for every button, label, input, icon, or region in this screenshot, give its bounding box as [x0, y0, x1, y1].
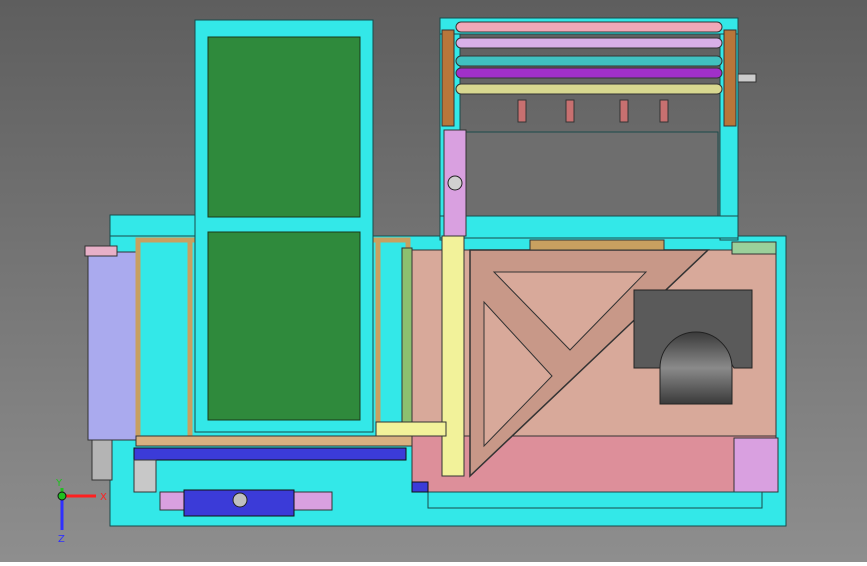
- lower-bearing: [232, 492, 248, 508]
- hanger: [619, 99, 629, 123]
- axis-origin: [57, 491, 67, 501]
- frame-upper-bridge: [439, 215, 739, 239]
- tunnel-inner: [659, 331, 733, 405]
- hanger: [517, 99, 527, 123]
- yellow-bracket: [375, 421, 447, 437]
- carriage-bottom-rail: [135, 435, 413, 447]
- blue-drive-bar[interactable]: [133, 447, 407, 461]
- roller-teal[interactable]: [455, 55, 723, 67]
- green-panel-top[interactable]: [207, 36, 361, 218]
- roller-side-left: [441, 29, 455, 127]
- hanger: [659, 99, 669, 123]
- bottom-rail: [427, 491, 763, 509]
- salmon-plate-assembly[interactable]: [411, 239, 779, 493]
- cad-viewport[interactable]: X Y Z: [0, 0, 867, 562]
- x-axis-label: X: [100, 492, 107, 503]
- z-axis-label: Z: [58, 534, 65, 545]
- upper-rail-strip: [529, 239, 665, 251]
- left-side-box[interactable]: [87, 251, 139, 441]
- cad-drawing[interactable]: X Y Z: [0, 0, 867, 562]
- arm-bearing: [447, 175, 463, 191]
- left-foot: [91, 439, 113, 481]
- roller-knob[interactable]: [737, 73, 757, 83]
- right-green-cap: [731, 241, 777, 255]
- tall-panel[interactable]: [194, 19, 374, 433]
- left-side-box-cap: [84, 245, 118, 257]
- hanger: [565, 99, 575, 123]
- green-panel-bottom[interactable]: [207, 231, 361, 421]
- y-axis-label: Y: [55, 478, 63, 489]
- roller-olive[interactable]: [455, 83, 723, 95]
- roller-side-right: [723, 29, 737, 127]
- pink-lower-plate[interactable]: [411, 435, 777, 493]
- bottom-guide: [411, 481, 429, 493]
- carriage-right-chain: [401, 247, 413, 429]
- lower-guide-left: [133, 459, 157, 493]
- lilac-end-block[interactable]: [733, 437, 779, 493]
- yellow-rail[interactable]: [441, 235, 465, 477]
- frame-top-window: [461, 131, 719, 217]
- roller-pink[interactable]: [455, 21, 723, 33]
- roller-lavender[interactable]: [455, 37, 723, 49]
- roller-violet[interactable]: [455, 67, 723, 79]
